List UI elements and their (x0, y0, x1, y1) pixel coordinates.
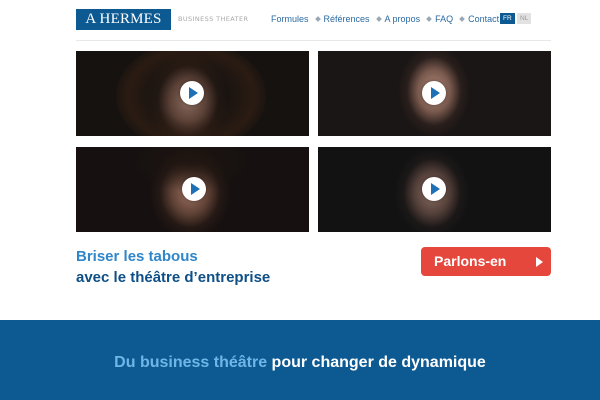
hero-headline: Briser les tabous avec le théâtre d’entr… (76, 246, 270, 288)
diamond-icon (426, 16, 432, 22)
hero-line-2: avec le théâtre d’entreprise (76, 269, 271, 286)
bottom-banner: Du business théâtre pour changer de dyna… (0, 320, 600, 400)
banner-text-highlight: Du business théâtre (114, 354, 268, 371)
play-icon[interactable] (180, 81, 204, 105)
arrow-right-icon (536, 257, 543, 267)
nav-label: Contact (468, 14, 500, 24)
logo-tagline: BUSINESS THEATER (178, 15, 249, 23)
video-thumbnail-3[interactable] (76, 147, 309, 232)
site-logo[interactable]: A HERMES (76, 9, 171, 30)
video-thumbnail-4[interactable] (318, 147, 551, 232)
video-thumbnail-2[interactable] (318, 51, 551, 136)
nav-label: Formules (271, 14, 309, 24)
diamond-icon (314, 16, 321, 22)
play-icon[interactable] (182, 177, 206, 201)
banner-text: Du business théâtre pour changer de dyna… (0, 354, 600, 372)
nav-item-contact[interactable]: Contact (459, 14, 500, 24)
nav-label: FAQ (435, 14, 454, 24)
play-icon[interactable] (422, 177, 446, 201)
diamond-icon (375, 16, 382, 22)
site-header: A HERMES BUSINESS THEATER Formules Référ… (0, 0, 600, 40)
language-fr-button[interactable]: FR (500, 13, 515, 24)
video-thumbnail-1[interactable] (76, 51, 309, 136)
cta-label: Parlons-en (434, 253, 507, 269)
nav-label: Références (323, 14, 370, 24)
play-icon[interactable] (422, 81, 446, 105)
nav-item-formules[interactable]: Formules (271, 14, 309, 24)
nav-item-faq[interactable]: FAQ (426, 14, 454, 24)
nav-item-a-propos[interactable]: A propos (375, 14, 421, 24)
banner-text-rest: pour changer de dynamique (267, 354, 486, 371)
main-nav: Formules Références A propos FAQ Contact (271, 13, 506, 25)
parlons-en-button[interactable]: Parlons-en (421, 247, 551, 276)
diamond-icon (459, 16, 465, 22)
nav-item-references[interactable]: Références (314, 14, 370, 24)
header-divider (76, 40, 551, 41)
hero-line-1: Briser les tabous (76, 248, 198, 265)
nav-label: A propos (384, 14, 421, 24)
language-nl-button[interactable]: NL (517, 13, 532, 24)
